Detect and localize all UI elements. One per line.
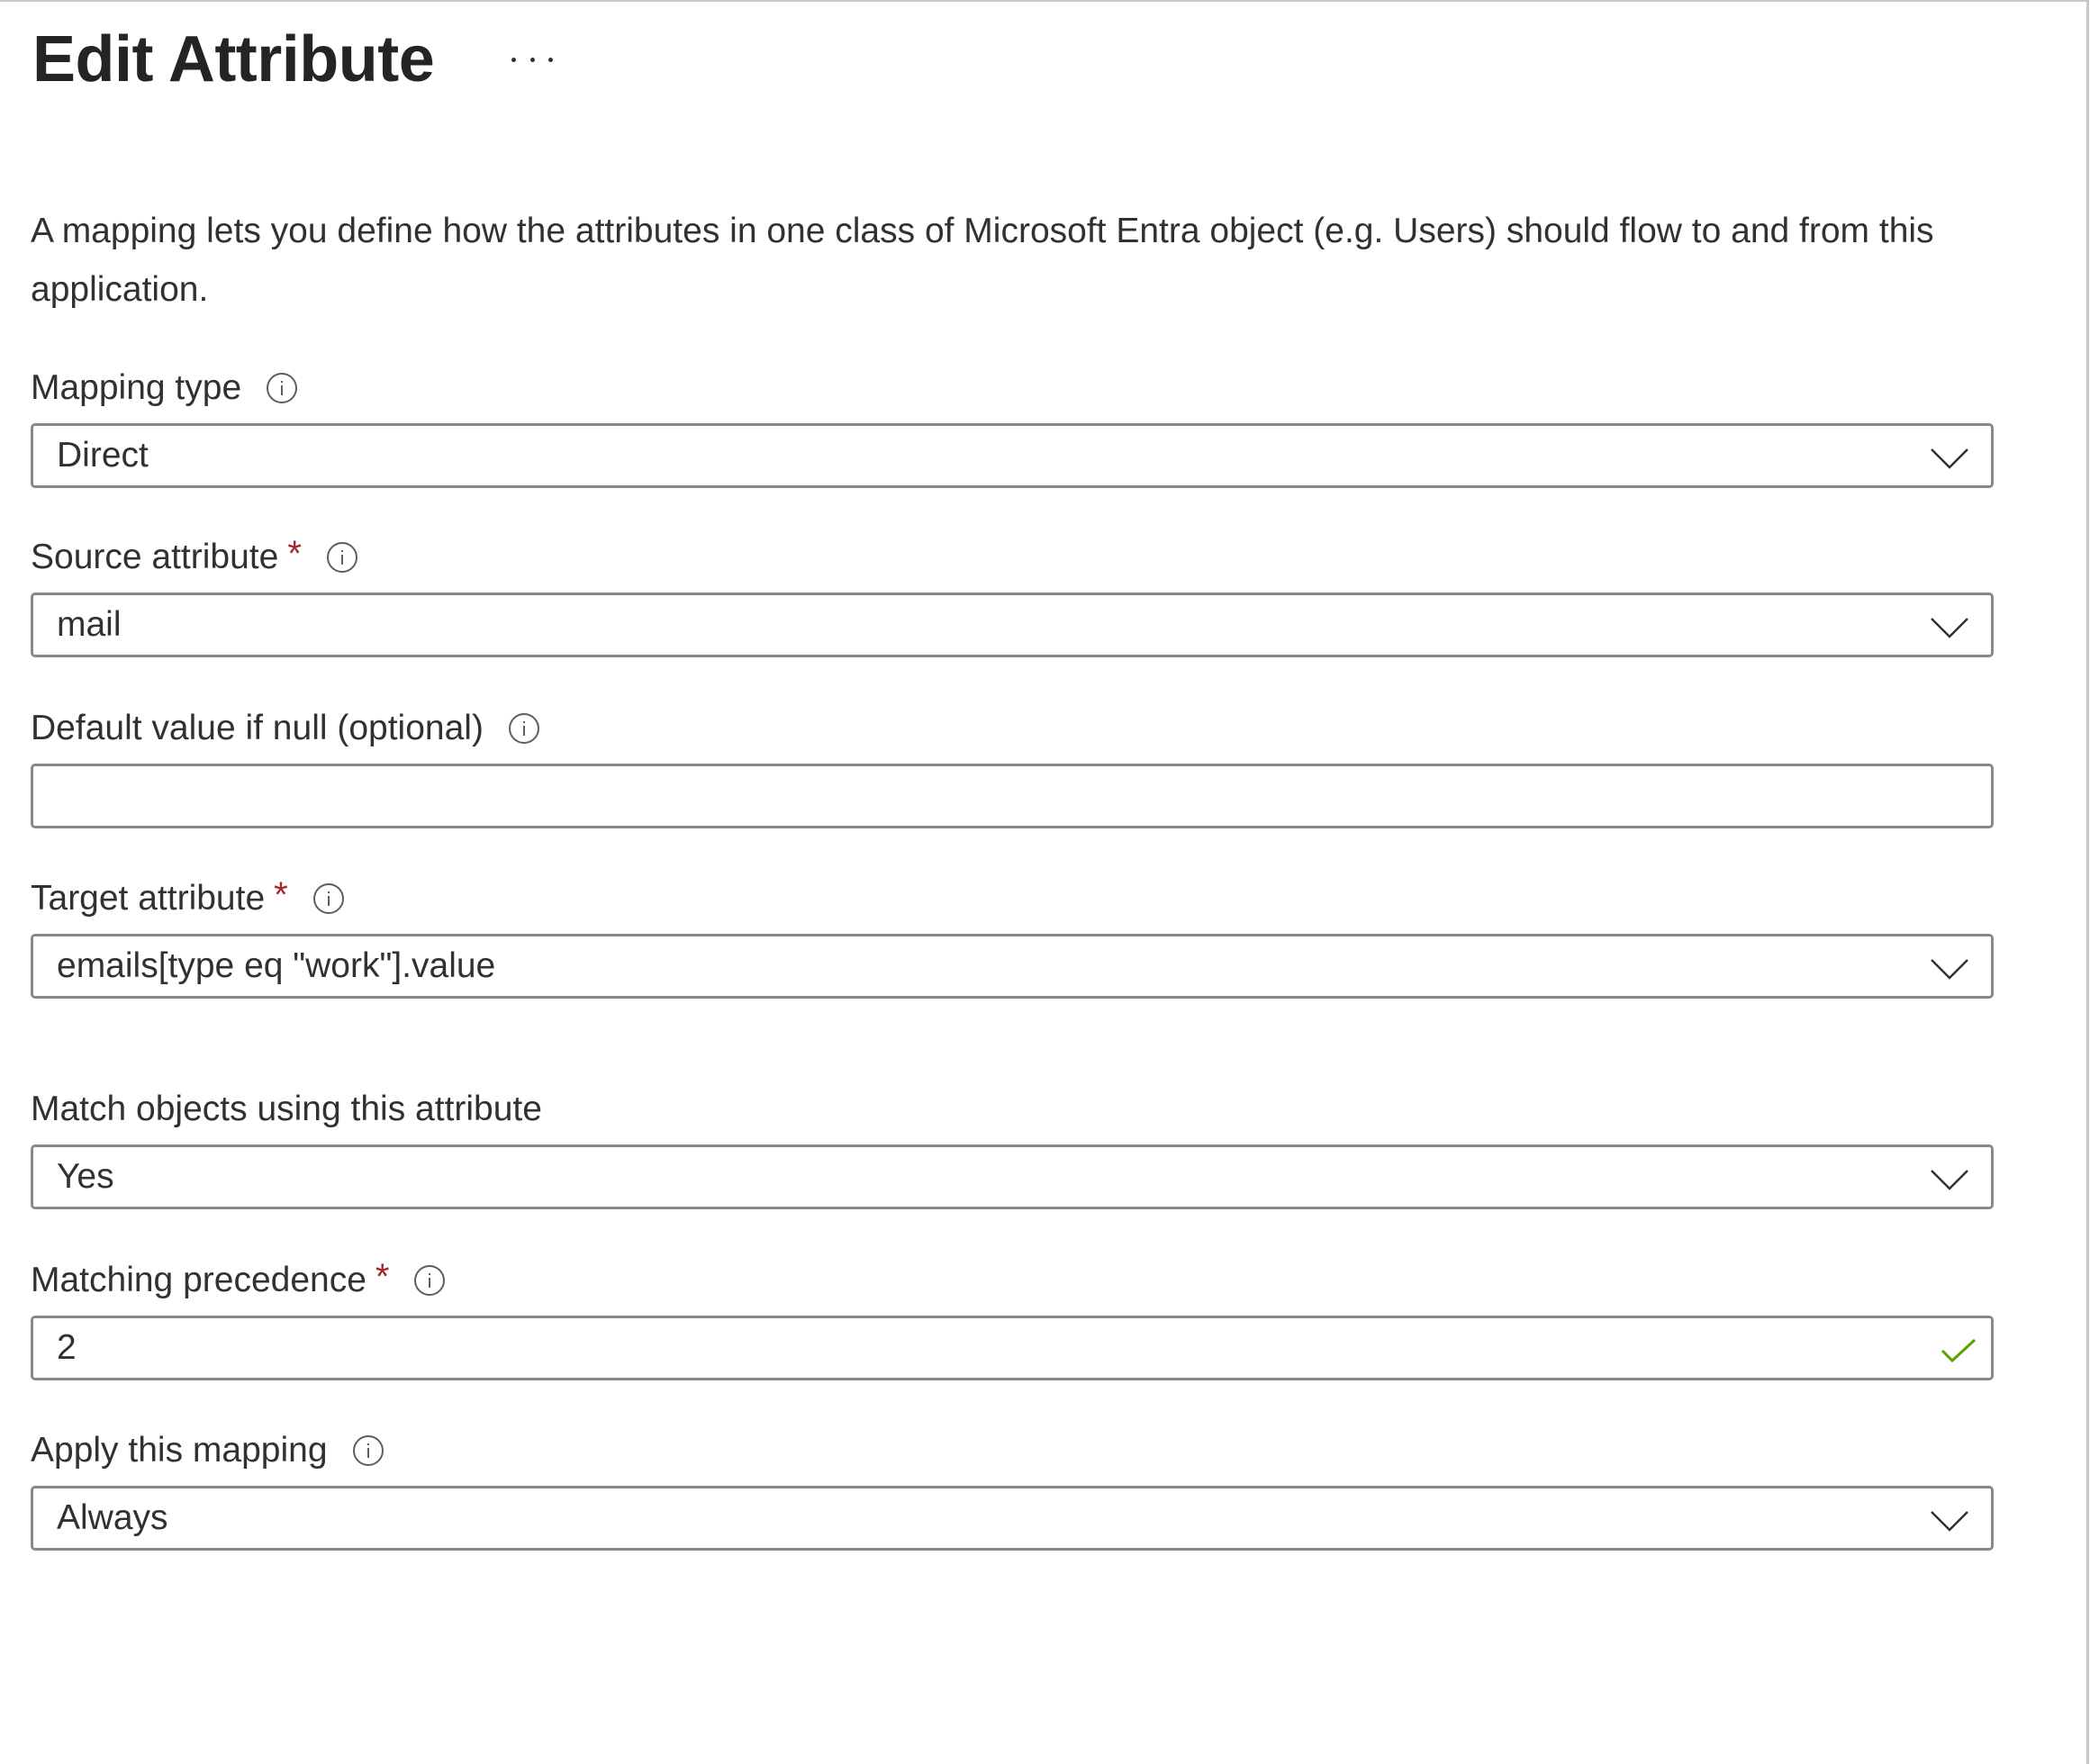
target-attribute-label: Target attribute * — [31, 874, 344, 921]
required-asterisk: * — [274, 874, 288, 915]
description-text: A mapping lets you define how the attrib… — [31, 212, 1934, 309]
apply-mapping-label: Apply this mapping — [31, 1428, 384, 1473]
info-icon[interactable] — [414, 1265, 446, 1296]
chevron-down-icon — [1931, 959, 1968, 980]
source-attribute-label: Source attribute * — [31, 533, 357, 580]
match-objects-dropdown[interactable]: Yes — [31, 1144, 1994, 1209]
default-value-label-text: Default value if null (optional) — [31, 709, 484, 747]
source-attribute-label-text: Source attribute — [31, 538, 279, 576]
chevron-down-icon — [1931, 1170, 1968, 1190]
chevron-down-icon — [1931, 1511, 1968, 1532]
required-asterisk: * — [375, 1256, 390, 1297]
mapping-type-dropdown[interactable]: Direct — [31, 423, 1994, 488]
apply-mapping-value: Always — [57, 1498, 168, 1537]
default-value-field[interactable] — [31, 764, 1994, 828]
mapping-type-value: Direct — [57, 436, 149, 475]
ellipsis-icon — [511, 57, 516, 62]
default-value-label: Default value if null (optional) — [31, 706, 539, 751]
ellipsis-icon — [548, 57, 553, 62]
matching-precedence-label: Matching precedence * — [31, 1256, 446, 1303]
match-objects-label: Match objects using this attribute — [31, 1087, 542, 1132]
source-attribute-value: mail — [57, 605, 122, 644]
page-title: Edit Attribute — [32, 23, 435, 95]
match-objects-value: Yes — [57, 1157, 114, 1196]
source-attribute-dropdown[interactable]: mail — [31, 593, 1994, 657]
default-value-input[interactable] — [33, 766, 1991, 826]
matching-precedence-field[interactable] — [31, 1316, 1994, 1380]
checkmark-icon — [1941, 1338, 1977, 1363]
target-attribute-label-text: Target attribute — [31, 879, 266, 918]
info-icon[interactable] — [508, 713, 539, 744]
required-asterisk: * — [287, 533, 302, 574]
info-icon[interactable] — [312, 883, 344, 914]
ellipsis-icon — [529, 57, 535, 62]
mapping-type-label: Mapping type — [31, 366, 298, 411]
chevron-down-icon — [1931, 448, 1968, 469]
info-icon[interactable] — [352, 1435, 384, 1466]
match-objects-label-text: Match objects using this attribute — [31, 1090, 542, 1128]
mapping-type-label-text: Mapping type — [31, 368, 242, 407]
apply-mapping-dropdown[interactable]: Always — [31, 1486, 1994, 1551]
info-icon[interactable] — [267, 373, 298, 403]
apply-mapping-label-text: Apply this mapping — [31, 1431, 328, 1470]
matching-precedence-label-text: Matching precedence — [31, 1261, 366, 1299]
chevron-down-icon — [1931, 618, 1968, 638]
target-attribute-value: emails[type eq "work"].value — [57, 946, 496, 985]
info-icon[interactable] — [326, 542, 357, 573]
matching-precedence-input[interactable] — [33, 1318, 1991, 1378]
more-options-button[interactable] — [511, 45, 553, 74]
target-attribute-dropdown[interactable]: emails[type eq "work"].value — [31, 934, 1994, 999]
